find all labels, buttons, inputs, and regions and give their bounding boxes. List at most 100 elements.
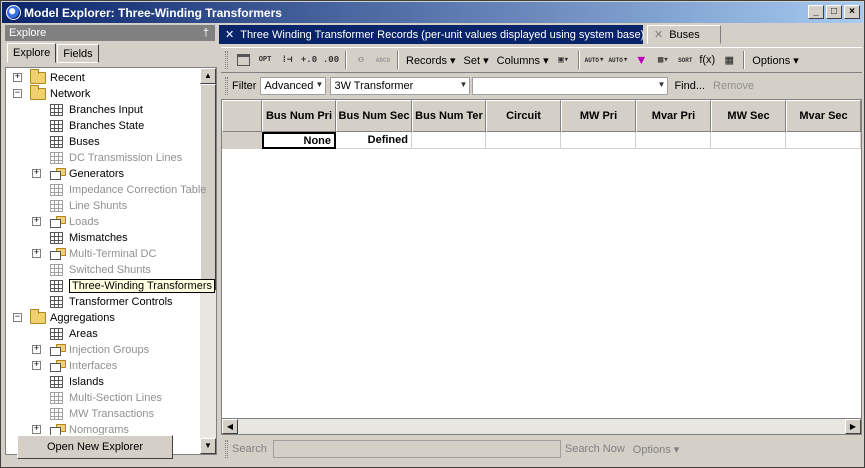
column-header[interactable]: Bus Num Sec (336, 100, 412, 132)
expand-icon[interactable]: + (32, 361, 41, 370)
expand-icon[interactable]: + (32, 217, 41, 226)
filter-grip[interactable] (225, 77, 228, 95)
options-menu[interactable]: Options ▾ (752, 54, 799, 67)
find-binoculars-icon[interactable]: ⚇ (352, 51, 370, 69)
tab-three-winding-records[interactable]: ✕ Three Winding Transformer Records (per… (219, 25, 644, 44)
open-new-explorer-button[interactable]: Open New Explorer (17, 435, 173, 459)
scroll-right-icon[interactable]: ▶ (845, 419, 861, 434)
highlight-grid-icon[interactable]: ▦▾ (654, 51, 672, 69)
tree-item[interactable]: Buses (50, 134, 100, 150)
tree-item[interactable]: Injection Groups (50, 342, 149, 358)
tree-item[interactable]: Multi-Section Lines (50, 390, 162, 406)
tree-item-label: Branches Input (69, 104, 143, 116)
find-button[interactable]: Find... (674, 80, 705, 92)
tree-item[interactable]: Loads (50, 214, 99, 230)
filter-funnel-icon[interactable]: ▼ (632, 51, 650, 69)
close-tab-icon[interactable]: ✕ (225, 28, 234, 41)
table-cell[interactable] (412, 132, 486, 149)
decimal-decrease-icon[interactable]: .00 (322, 51, 340, 69)
table-cell[interactable] (711, 132, 786, 149)
filter-mode-select[interactable]: Advanced ▼ (260, 77, 327, 95)
maximize-button[interactable]: □ (826, 5, 842, 19)
table-cell[interactable] (786, 132, 861, 149)
column-header[interactable]: MW Pri (561, 100, 636, 132)
tab-explore[interactable]: Explore (7, 43, 57, 63)
tree-item[interactable]: Three-Winding Transformers (50, 278, 215, 294)
expand-icon[interactable]: + (32, 169, 41, 178)
column-split-icon[interactable]: ⁞⊣ (278, 51, 296, 69)
collapse-icon[interactable]: − (13, 89, 22, 98)
tree-item[interactable]: Branches State (50, 118, 144, 134)
tree-item[interactable]: DC Transmission Lines (50, 150, 182, 166)
table-horizontal-scrollbar[interactable]: ◀ ▶ (221, 418, 862, 435)
window-icon[interactable] (234, 51, 252, 69)
remove-button[interactable]: Remove (713, 80, 754, 92)
tree-item[interactable]: Interfaces (50, 358, 117, 374)
tree-item[interactable]: MW Transactions (50, 406, 154, 422)
sort-icon[interactable]: SORT (676, 51, 694, 69)
auto-sort-icon[interactable]: AUTO ▾ (608, 51, 628, 69)
expand-icon[interactable]: + (32, 345, 41, 354)
search-options-menu[interactable]: Options ▾ (633, 443, 680, 456)
expand-icon[interactable]: + (32, 249, 41, 258)
decimal-increase-icon[interactable]: +.0 (300, 51, 318, 69)
grid-icon (50, 184, 63, 196)
tree-item[interactable]: Impedance Correction Table (50, 182, 206, 198)
table-cell[interactable] (486, 132, 561, 149)
function-button[interactable]: f(x) (698, 51, 716, 69)
tree-item[interactable]: Aggregations (30, 309, 115, 326)
search-grip[interactable] (225, 440, 228, 458)
tree-item[interactable]: Network (30, 85, 90, 102)
grid-icon (50, 376, 63, 388)
table-cell[interactable] (636, 132, 711, 149)
column-header[interactable]: Mvar Pri (636, 100, 711, 132)
column-header[interactable]: MW Sec (711, 100, 786, 132)
table-grid-icon[interactable]: ▦ (720, 51, 738, 69)
expand-icon[interactable]: + (13, 73, 22, 82)
filter-name-select[interactable]: 3W Transformer ▼ (330, 77, 471, 95)
column-header[interactable]: Mvar Sec (786, 100, 861, 132)
column-header[interactable]: Circuit (486, 100, 561, 132)
scroll-left-icon[interactable]: ◀ (222, 419, 238, 434)
table-cell[interactable]: Defined (336, 132, 412, 149)
expand-icon[interactable]: + (32, 425, 41, 434)
collapse-icon[interactable]: − (13, 313, 22, 322)
layout-dropdown-icon[interactable]: ▣▾ (555, 51, 573, 69)
search-now-button[interactable]: Search Now (565, 443, 625, 455)
tab-fields[interactable]: Fields (57, 44, 99, 63)
tree-item[interactable]: Areas (50, 326, 98, 342)
tree-item[interactable]: Recent (30, 69, 85, 86)
search-input[interactable] (272, 440, 561, 458)
tree-item[interactable]: Transformer Controls (50, 294, 173, 310)
tree-item[interactable]: Multi-Terminal DC (50, 246, 156, 262)
table-cell[interactable] (561, 132, 636, 149)
toolbar-grip[interactable] (225, 51, 228, 69)
pin-icon[interactable]: † (203, 25, 209, 41)
tree-item[interactable]: Line Shunts (50, 198, 127, 214)
minimize-button[interactable]: _ (808, 5, 824, 19)
tree-item[interactable]: Mismatches (50, 230, 128, 246)
records-menu[interactable]: Records ▾ (406, 54, 456, 67)
tree-vertical-scrollbar[interactable]: ▲ ▼ (200, 68, 216, 454)
tree-item-label: Areas (69, 328, 98, 340)
tab-buses[interactable]: ✕ Buses (647, 25, 721, 44)
tree-item[interactable]: Branches Input (50, 102, 143, 118)
options-grid-icon[interactable]: OPT (256, 51, 274, 69)
row-header-corner[interactable] (222, 100, 262, 132)
close-tab-icon[interactable]: ✕ (654, 28, 663, 41)
replace-icon[interactable]: ABCD (374, 51, 392, 69)
table-cell[interactable]: None (262, 132, 336, 149)
tree-item[interactable]: Islands (50, 374, 104, 390)
filter-expression-select[interactable]: ▼ (472, 77, 669, 95)
row-header[interactable] (222, 132, 262, 149)
set-menu[interactable]: Set ▾ (464, 54, 489, 67)
tree-item[interactable]: Switched Shunts (50, 262, 151, 278)
auto-filter-icon[interactable]: AUTO ▾ (585, 51, 605, 69)
scroll-up-icon[interactable]: ▲ (200, 68, 216, 84)
columns-menu[interactable]: Columns ▾ (497, 54, 549, 67)
column-header[interactable]: Bus Num Pri (262, 100, 336, 132)
scroll-down-icon[interactable]: ▼ (200, 438, 216, 454)
column-header[interactable]: Bus Num Ter (412, 100, 486, 132)
close-button[interactable]: × (844, 5, 860, 19)
tree-item[interactable]: Generators (50, 166, 124, 182)
